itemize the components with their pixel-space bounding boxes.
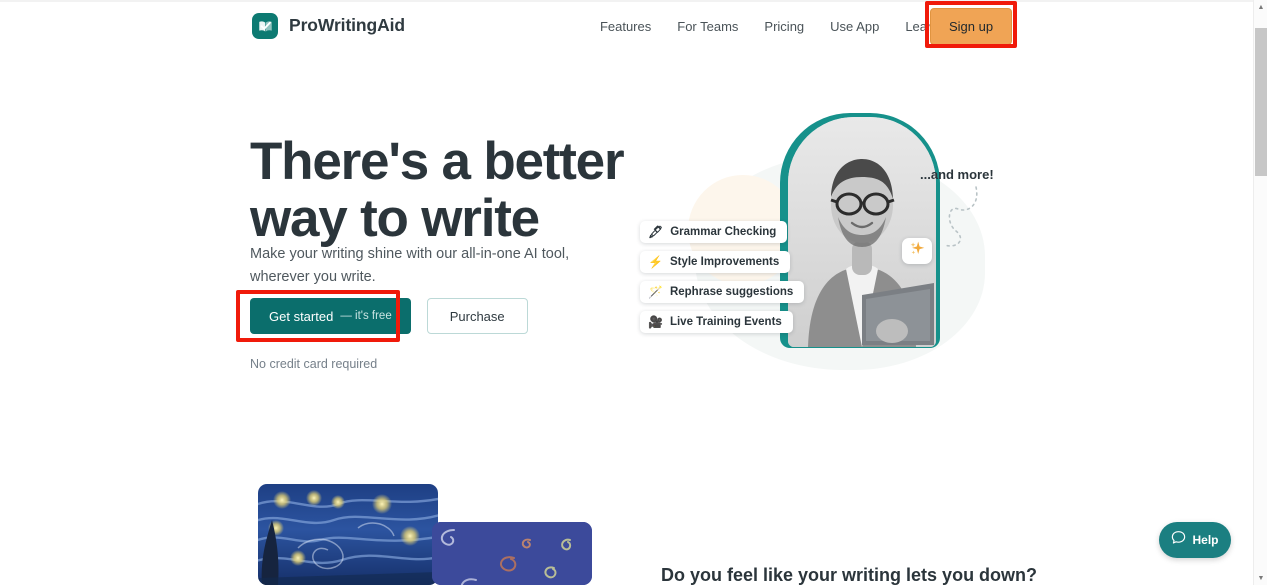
- feature-pill-label: Live Training Events: [669, 316, 782, 328]
- hero-illustration: 🖋 Grammar Checking ⚡ Style Improvements …: [640, 95, 1040, 370]
- scrollbar-up-arrow-icon[interactable]: ▲: [1254, 0, 1267, 14]
- hero-title: There's a better way to write: [250, 131, 625, 248]
- feature-pill-rephrase-suggestions[interactable]: 🪄 Rephrase suggestions: [640, 281, 805, 303]
- feature-pill-live-training-events[interactable]: 🎥 Live Training Events: [640, 311, 793, 333]
- prowritingaid-book-check-icon: [252, 13, 278, 39]
- scrollbar-thumb[interactable]: [1255, 28, 1267, 176]
- blue-doodle-card: [432, 522, 592, 585]
- nav-item-use-app[interactable]: Use App: [817, 19, 892, 35]
- help-widget-button[interactable]: Help: [1159, 522, 1231, 558]
- site-header: ProWritingAid Features For Teams Pricing…: [0, 2, 1253, 50]
- get-started-label: Get started: [269, 308, 334, 324]
- sparkles-icon: [909, 241, 926, 261]
- signup-button-wrap: Sign up: [930, 8, 1012, 45]
- scrollbar-track[interactable]: [1254, 14, 1267, 571]
- signup-button[interactable]: Sign up: [930, 8, 1012, 45]
- sparkles-badge: [902, 238, 932, 264]
- get-started-button[interactable]: Get started — it's free: [250, 298, 411, 334]
- hero-person-photo: [788, 117, 936, 347]
- brand-logo-link[interactable]: ProWritingAid: [252, 13, 405, 39]
- feature-pill-style-improvements[interactable]: ⚡ Style Improvements: [640, 251, 791, 273]
- feature-pill-label: Style Improvements: [669, 256, 780, 268]
- purchase-button[interactable]: Purchase: [426, 298, 528, 334]
- feature-pill-list: 🖋 Grammar Checking ⚡ Style Improvements …: [640, 221, 805, 333]
- magic-wand-icon: 🪄: [648, 285, 663, 299]
- feature-pill-label: Grammar Checking: [670, 226, 777, 238]
- brand-name: ProWritingAid: [289, 15, 406, 36]
- hero-subtitle: Make your writing shine with our all-in-…: [250, 245, 570, 285]
- no-credit-card-note: No credit card required: [250, 357, 378, 371]
- speech-bubble-icon: [1171, 530, 1186, 550]
- feature-pill-label: Rephrase suggestions: [669, 286, 794, 298]
- browser-viewport: ProWritingAid Features For Teams Pricing…: [0, 0, 1253, 585]
- help-widget-label: Help: [1192, 533, 1219, 547]
- vertical-scrollbar[interactable]: ▲ ▼: [1253, 0, 1267, 585]
- and-more-annotation: ...and more!: [920, 167, 994, 182]
- feature-pill-grammar-checking[interactable]: 🖋 Grammar Checking: [640, 221, 788, 243]
- pen-icon: 🖋: [648, 225, 664, 239]
- nav-item-features[interactable]: Features: [587, 19, 664, 35]
- lower-section: Do you feel like your writing lets you d…: [0, 470, 1253, 585]
- scrollbar-down-arrow-icon[interactable]: ▼: [1254, 571, 1267, 585]
- starry-night-image: [258, 484, 438, 585]
- lower-section-heading: Do you feel like your writing lets you d…: [661, 564, 1038, 585]
- nav-item-pricing[interactable]: Pricing: [751, 19, 817, 35]
- hero-cta-group: Get started — it's free Purchase: [250, 298, 528, 334]
- get-started-free-suffix: — it's free: [340, 310, 392, 322]
- nav-item-for-teams[interactable]: For Teams: [664, 19, 751, 35]
- lightning-bolt-icon: ⚡: [648, 255, 663, 269]
- video-camera-icon: 🎥: [648, 315, 663, 329]
